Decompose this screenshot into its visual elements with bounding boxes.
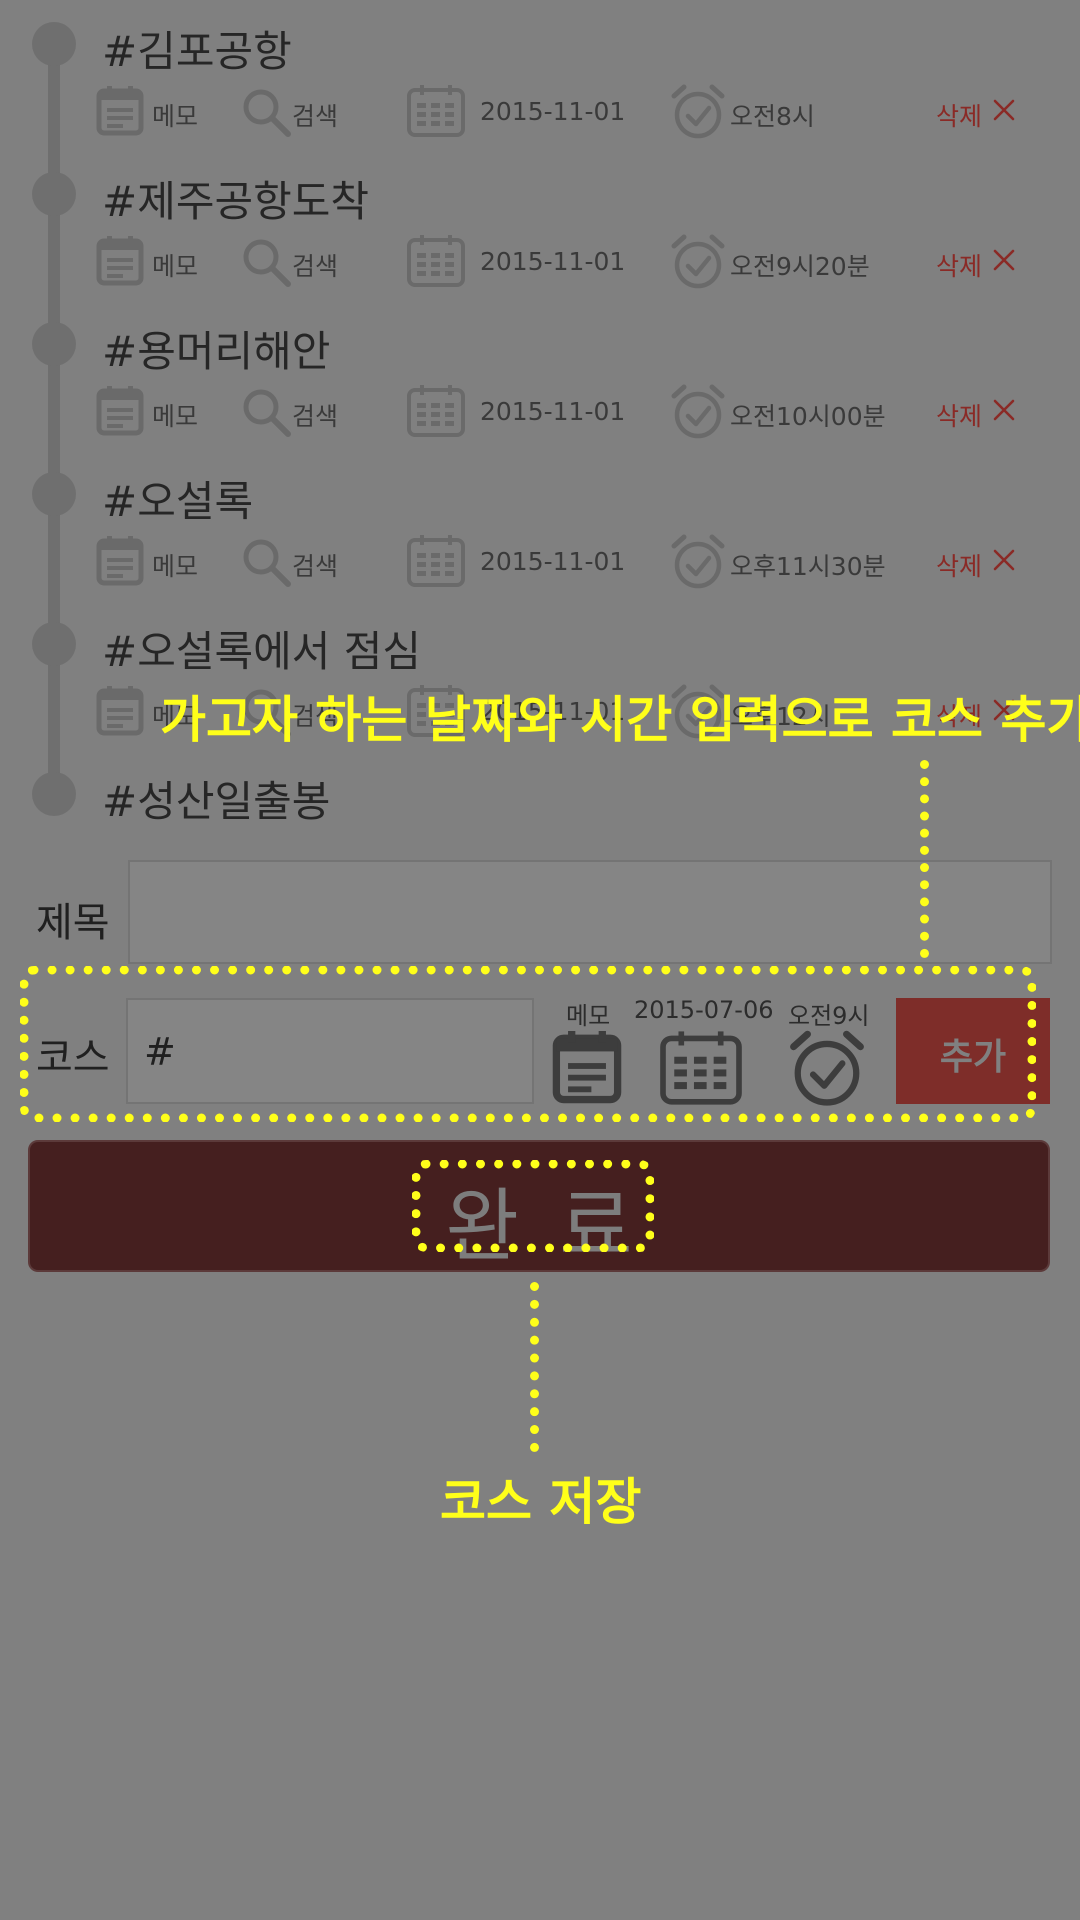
memo-icon[interactable]: [96, 384, 144, 436]
search-icon[interactable]: [240, 236, 292, 288]
timeline-dot: [32, 172, 76, 216]
annotation-highlight-course-row: [20, 966, 1036, 1122]
delete-button[interactable]: 삭제: [936, 97, 982, 133]
course-item-title[interactable]: #오설록에서 점심: [102, 618, 421, 679]
timeline-dot: [32, 22, 76, 66]
calendar-icon[interactable]: [406, 84, 466, 138]
search-icon[interactable]: [240, 386, 292, 438]
title-label: 제목: [36, 900, 110, 946]
close-icon[interactable]: [992, 398, 1016, 422]
timeline-dot: [32, 472, 76, 516]
calendar-icon[interactable]: [406, 234, 466, 288]
memo-icon[interactable]: [96, 84, 144, 136]
time-label[interactable]: 오후11시30분: [730, 547, 886, 583]
date-label[interactable]: 2015-11-01: [480, 397, 625, 426]
timeline-dot: [32, 322, 76, 366]
course-item-title[interactable]: #성산일출봉: [102, 768, 330, 829]
calendar-icon[interactable]: [406, 534, 466, 588]
search-label[interactable]: 검색: [292, 247, 338, 283]
date-label[interactable]: 2015-11-01: [480, 97, 625, 126]
annotation-save-course: 코스 저장: [440, 1473, 642, 1531]
date-label[interactable]: 2015-11-01: [480, 547, 625, 576]
calendar-icon[interactable]: [406, 384, 466, 438]
memo-label[interactable]: 메모: [152, 247, 198, 283]
search-label[interactable]: 검색: [292, 397, 338, 433]
annotation-add-course: 가고자 하는 날짜와 시간 입력으로 코스 추가: [160, 691, 1080, 749]
course-item-title[interactable]: #오설록: [102, 468, 253, 529]
close-icon[interactable]: [992, 248, 1016, 272]
time-label[interactable]: 오전8시: [730, 97, 815, 133]
memo-icon[interactable]: [96, 684, 144, 736]
memo-icon[interactable]: [96, 534, 144, 586]
memo-label[interactable]: 메모: [152, 547, 198, 583]
close-icon[interactable]: [992, 98, 1016, 122]
timeline-line: [48, 40, 60, 800]
delete-button[interactable]: 삭제: [936, 547, 982, 583]
course-item-title[interactable]: #김포공항: [102, 18, 292, 79]
search-label[interactable]: 검색: [292, 547, 338, 583]
course-item-title[interactable]: #용머리해안: [102, 318, 330, 379]
alarm-clock-icon[interactable]: [670, 384, 726, 440]
timeline-dot: [32, 622, 76, 666]
course-item-title[interactable]: #제주공항도착: [102, 168, 369, 229]
search-icon[interactable]: [240, 536, 292, 588]
annotation-connector-save: [530, 1282, 539, 1452]
date-label[interactable]: 2015-11-01: [480, 247, 625, 276]
memo-icon[interactable]: [96, 234, 144, 286]
memo-label[interactable]: 메모: [152, 397, 198, 433]
annotation-connector-add: [920, 760, 929, 958]
alarm-clock-icon[interactable]: [670, 234, 726, 290]
alarm-clock-icon[interactable]: [670, 84, 726, 140]
annotation-highlight-done: [412, 1160, 654, 1252]
delete-button[interactable]: 삭제: [936, 397, 982, 433]
alarm-clock-icon[interactable]: [670, 534, 726, 590]
timeline-dot: [32, 772, 76, 816]
time-label[interactable]: 오전9시20분: [730, 247, 870, 283]
close-icon[interactable]: [992, 548, 1016, 572]
title-input[interactable]: [128, 860, 1052, 964]
delete-button[interactable]: 삭제: [936, 247, 982, 283]
search-label[interactable]: 검색: [292, 97, 338, 133]
time-label[interactable]: 오전10시00분: [730, 397, 886, 433]
search-icon[interactable]: [240, 86, 292, 138]
memo-label[interactable]: 메모: [152, 97, 198, 133]
